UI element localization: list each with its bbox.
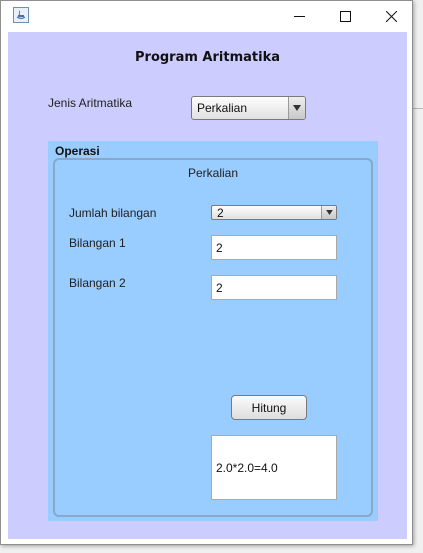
bilangan-1-label: Bilangan 1 <box>69 236 126 250</box>
jumlah-bilangan-value: 2 <box>217 205 224 220</box>
minimize-icon <box>293 16 305 17</box>
java-app-icon <box>13 7 29 23</box>
background-app-divider <box>413 108 423 109</box>
perkalian-group: Perkalian Jumlah bilangan 2 Bilangan 1 2… <box>53 158 373 517</box>
close-icon <box>385 11 397 22</box>
result-area[interactable]: 2.0*2.0=4.0 <box>211 435 337 500</box>
form-content: Program Aritmatika Jenis Aritmatika Perk… <box>8 32 407 539</box>
jenis-aritmatika-value: Perkalian <box>197 101 248 115</box>
jumlah-bilangan-combo[interactable]: 2 <box>211 205 337 220</box>
maximize-button[interactable] <box>322 1 368 32</box>
bilangan-1-field[interactable]: 2 <box>211 235 337 260</box>
result-text: 2.0*2.0=4.0 <box>216 460 278 475</box>
operasi-panel-title: Operasi <box>55 144 100 158</box>
background-app-strip-bottom <box>0 545 423 553</box>
title-bar[interactable] <box>1 1 412 32</box>
jumlah-bilangan-label: Jumlah bilangan <box>69 206 157 220</box>
close-button[interactable] <box>368 1 414 32</box>
jenis-aritmatika-combo[interactable]: Perkalian <box>191 96 306 120</box>
maximize-icon <box>339 11 351 22</box>
operasi-panel: Operasi Perkalian Jumlah bilangan 2 Bila… <box>48 141 378 521</box>
minimize-button[interactable] <box>276 1 322 32</box>
bilangan-1-value: 2 <box>216 240 223 255</box>
program-title: Program Aritmatika <box>135 50 280 65</box>
hitung-button[interactable]: Hitung <box>231 395 307 420</box>
bilangan-2-field[interactable]: 2 <box>211 275 337 300</box>
chevron-down-icon[interactable] <box>288 97 305 119</box>
perkalian-group-title: Perkalian <box>187 166 239 180</box>
background-app-strip-right <box>413 0 423 553</box>
app-window: Program Aritmatika Jenis Aritmatika Perk… <box>0 0 413 545</box>
jenis-aritmatika-label: Jenis Aritmatika <box>48 96 133 110</box>
bilangan-2-value: 2 <box>216 280 223 295</box>
bilangan-2-label: Bilangan 2 <box>69 276 126 290</box>
chevron-down-icon[interactable] <box>321 206 336 219</box>
